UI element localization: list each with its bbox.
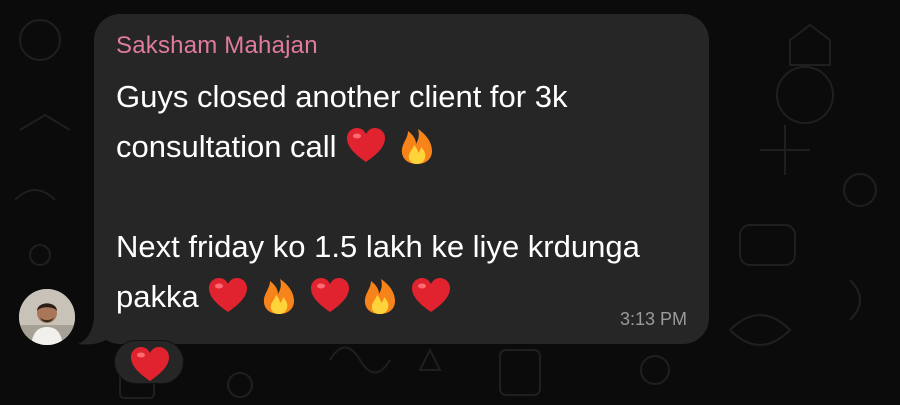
fire-icon	[365, 279, 396, 314]
message-text: Next friday ko 1.5 lakh ke liye krdunga	[116, 229, 640, 264]
message-text: Guys closed another client for 3k	[116, 79, 568, 114]
red-heart-icon	[131, 347, 169, 381]
reaction-badge[interactable]	[114, 340, 184, 384]
sender-avatar[interactable]	[19, 289, 75, 345]
message-line-1: Guys closed another client for 3k	[116, 72, 685, 122]
sender-name[interactable]: Saksham Mahajan	[116, 32, 685, 60]
avatar-photo	[19, 289, 75, 345]
red-heart-icon	[209, 278, 248, 312]
fire-icon	[263, 279, 294, 314]
message-bubble[interactable]: Saksham Mahajan Guys closed another clie…	[94, 14, 709, 344]
fire-icon	[401, 129, 432, 164]
message-timestamp: 3:13 PM	[619, 309, 687, 329]
message-text: pakka	[116, 279, 199, 314]
message-text: consultation call	[116, 129, 337, 164]
message-line-5: pakka	[116, 272, 685, 322]
message-line-4: Next friday ko 1.5 lakh ke liye krdunga	[116, 222, 685, 272]
red-heart-icon	[347, 128, 386, 162]
red-heart-icon	[411, 278, 450, 312]
red-heart-icon	[310, 278, 349, 312]
message-line-3	[116, 172, 685, 222]
message-line-2: consultation call	[116, 122, 685, 172]
